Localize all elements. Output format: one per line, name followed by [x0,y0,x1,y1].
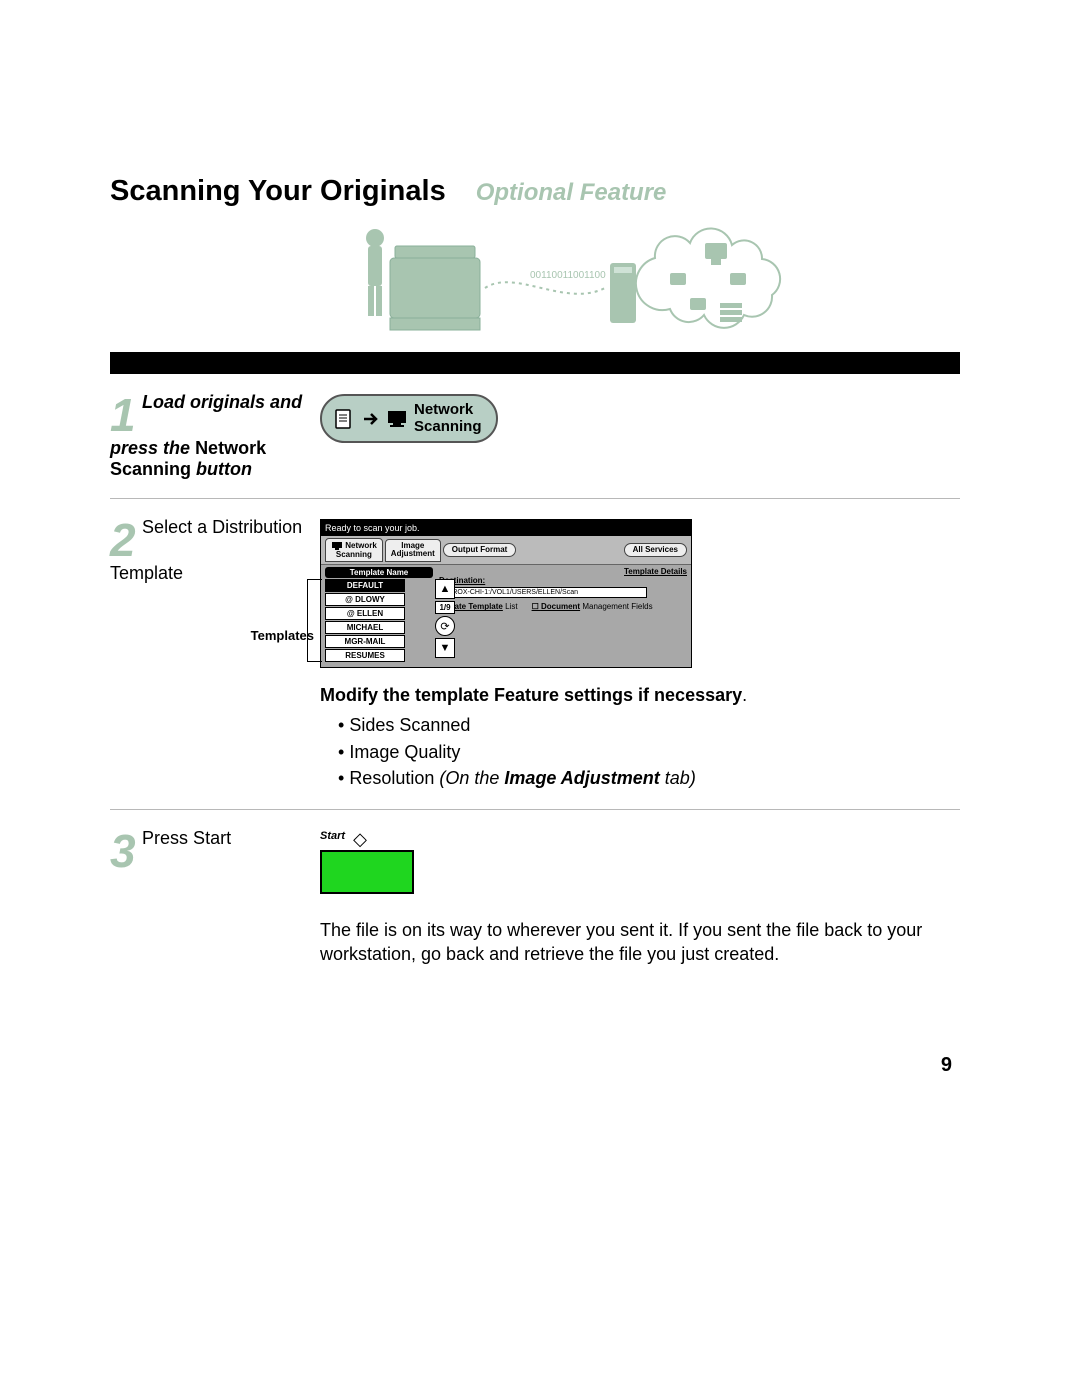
template-list: DEFAULT @ DLOWY @ ELLEN MICHAEL MGR-MAIL… [325,579,433,662]
document-icon [332,407,356,431]
scroll-down-icon[interactable]: ▼ [435,638,455,658]
tab-image-adjustment[interactable]: Image Adjustment [385,539,441,562]
template-item[interactable]: MICHAEL [325,621,405,634]
template-item[interactable]: RESUMES [325,649,405,662]
step-1-number: 1 [110,392,136,438]
modify-settings-block: Modify the template Feature settings if … [320,682,960,790]
modify-item: Sides Scanned [338,712,960,738]
step-3-body: The file is on its way to wherever you s… [320,918,960,967]
templates-label: Templates [110,628,320,643]
tab-all-services[interactable]: All Services [624,543,687,557]
step-1: 1 Load originals and press the Network S… [110,392,960,499]
template-item[interactable]: @ DLOWY [325,593,405,606]
network-scanning-button[interactable]: Network Scanning [320,394,498,443]
destination-label: Destination: [439,576,687,585]
page-title: Scanning Your Originals [110,175,446,208]
ss-tabs: Network Scanning Image Adjustment Output… [321,536,691,565]
tab-network-scanning[interactable]: Network Scanning [325,538,383,562]
doc-management-link[interactable]: Document Management Fields [532,602,653,611]
template-item[interactable]: DEFAULT [325,579,405,592]
step-1-text: Load originals and press the Network Sca… [110,392,302,479]
step-3-number: 3 [110,828,136,874]
destination-value: XEROX-CHI-1:/VOL1/USERS/ELLEN/Scan [439,587,647,598]
step-2-text: Select a Distribution Template [110,517,302,583]
step-2: 2 Select a Distribution Template Templat… [110,517,960,810]
page-title-row: Scanning Your Originals Optional Feature [110,175,960,208]
scan-ui-screenshot: Ready to scan your job. Network Scanning… [320,519,692,668]
svg-text:00110011001100: 00110011001100 [530,270,606,281]
page-number: 9 [941,1054,952,1077]
diamond-icon: ◇ [353,830,367,848]
hero-illustration: 00110011001100 [110,218,960,348]
ss-status: Ready to scan your job. [321,520,691,536]
modify-heading: Modify the template Feature settings if … [320,685,742,705]
step-3: 3 Press Start Start ◇ The file is on its… [110,828,960,985]
step-3-text: Press Start [142,828,231,848]
template-item[interactable]: MGR-MAIL [325,635,405,648]
page-subtitle: Optional Feature [476,179,667,207]
arrow-right-icon [362,410,380,428]
network-scanning-label: Network Scanning [414,402,482,435]
scroll-up-icon[interactable]: ▲ [435,579,455,599]
start-button[interactable] [320,850,414,894]
template-item[interactable]: @ ELLEN [325,607,405,620]
modify-item: Resolution (On the Image Adjustment tab) [338,765,960,791]
step-2-number: 2 [110,517,136,563]
page-indicator: 1/9 [435,601,454,614]
start-label: Start [320,830,345,842]
modify-item: Image Quality [338,739,960,765]
step-1-line3: button [196,459,252,479]
tab-output-format[interactable]: Output Format [443,543,517,557]
refresh-icon[interactable]: ⟳ [435,616,455,636]
divider-bar [110,352,960,374]
monitor-icon [386,409,408,429]
template-details-header: Template Details [624,567,687,576]
template-name-header: Template Name [325,567,433,578]
